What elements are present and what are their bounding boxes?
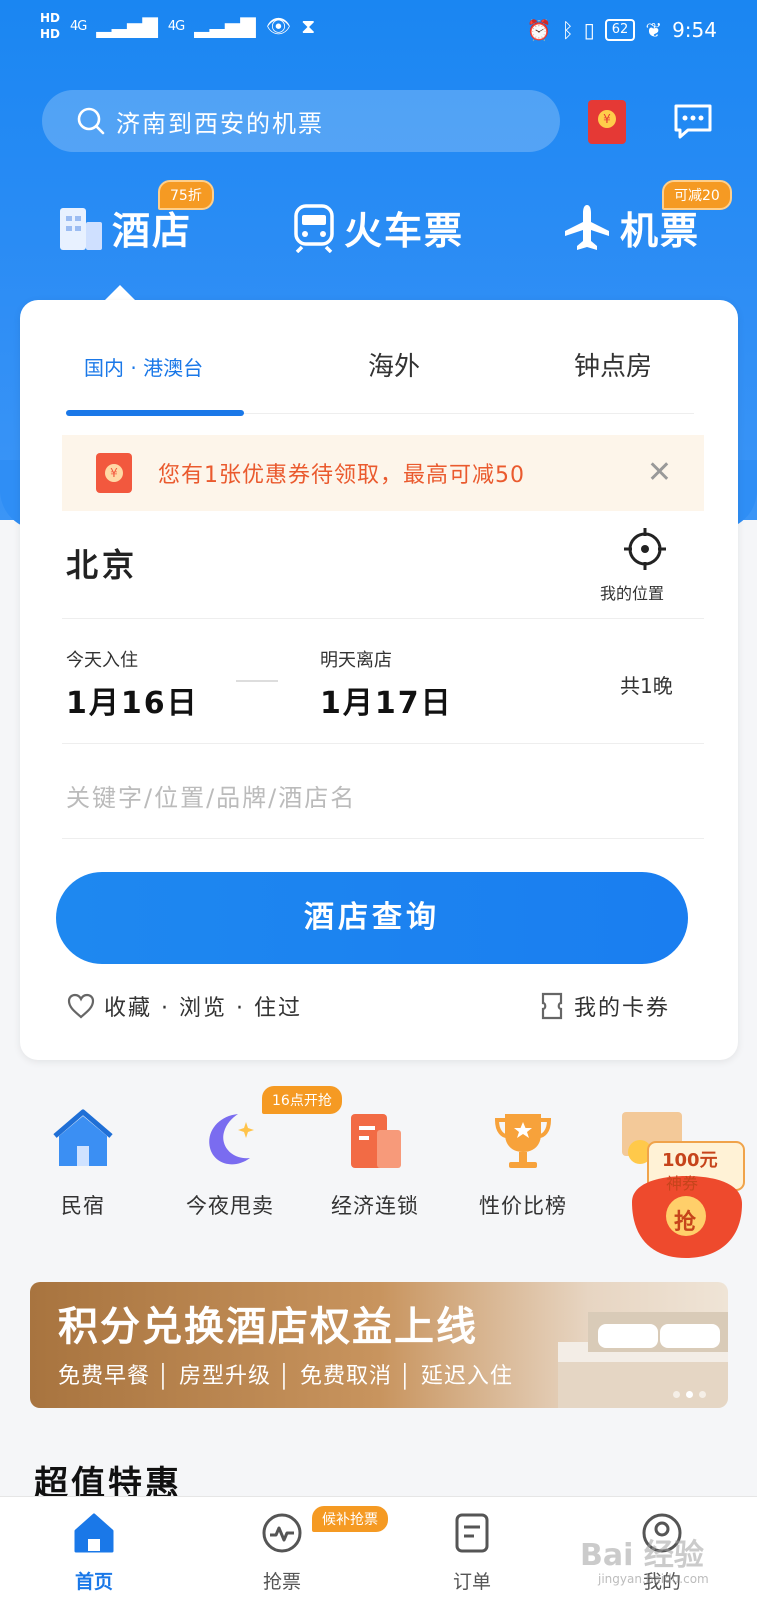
- nav-label: 首页: [74, 1571, 113, 1593]
- house-icon: [53, 1109, 113, 1166]
- coupon-banner[interactable]: 您有1张优惠券待领取，最高可减50 ✕: [62, 435, 704, 511]
- clock-time: 9:54: [672, 18, 717, 42]
- city-selector[interactable]: 北京: [66, 540, 138, 586]
- message-icon[interactable]: [672, 102, 714, 142]
- nav-orders[interactable]: 订单: [422, 1511, 522, 1594]
- category-label: 机票: [620, 209, 701, 253]
- category-flight[interactable]: 机票: [562, 200, 700, 255]
- history-links-label: 收藏 · 浏览 · 住过: [104, 996, 302, 1021]
- checkout-label: 明天离店: [320, 650, 392, 671]
- banner-subtitle: 免费早餐 │ 房型升级 │ 免费取消 │ 延迟入住: [58, 1363, 513, 1388]
- airplane-icon: [565, 204, 609, 250]
- checkin-date[interactable]: 1月16日: [66, 678, 199, 722]
- battery-icon: 62: [604, 19, 636, 41]
- leaf-icon: ❦: [645, 18, 663, 42]
- history-links[interactable]: 收藏 · 浏览 · 住过: [66, 990, 302, 1022]
- category-label: 火车票: [344, 209, 465, 253]
- hotel-icon: [60, 207, 102, 250]
- tab-domestic[interactable]: 国内 · 港澳台: [84, 352, 203, 381]
- quick-label: 今夜甩卖: [186, 1194, 274, 1218]
- locate-icon[interactable]: [620, 524, 670, 574]
- train-icon: [294, 203, 334, 253]
- carousel-dots: [673, 1391, 706, 1398]
- status-bar: HD HD 4G ▂▃▅▇ 4G ▂▃▅▇ 👁 ⧗ ⏰ ᛒ ▯ 62 ❦ 9:54: [0, 0, 757, 64]
- watermark-url: jingyan.baidu.com: [598, 1572, 709, 1586]
- signal-icon: 4G: [70, 18, 87, 34]
- tab-overseas[interactable]: 海外: [368, 346, 420, 383]
- nav-home[interactable]: 首页: [44, 1511, 144, 1594]
- red-envelope-icon: [96, 453, 132, 493]
- signal-bars-icon: ▂▃▅▇: [96, 14, 158, 38]
- checkin-label: 今天入住: [66, 650, 138, 671]
- coupon-text: 您有1张优惠券待领取，最高可减50: [158, 463, 525, 488]
- search-icon: [77, 107, 105, 135]
- signal-bars-icon: ▂▃▅▇: [194, 14, 256, 38]
- promo-amount: 100元: [662, 1150, 718, 1171]
- my-cards-label: 我的卡券: [574, 996, 671, 1021]
- nav-label: 抢票: [262, 1571, 301, 1593]
- coupon-grab-float[interactable]: 100元 神券 抢: [622, 1112, 752, 1262]
- points-exchange-banner[interactable]: 积分兑换酒店权益上线 免费早餐 │ 房型升级 │ 免费取消 │ 延迟入住: [30, 1282, 728, 1408]
- building-icon: [351, 1114, 401, 1168]
- red-packet-icon[interactable]: [588, 100, 626, 144]
- quick-label: 民宿: [61, 1194, 105, 1218]
- keyword-input[interactable]: 关键字/位置/品牌/酒店名: [66, 778, 356, 813]
- date-separator: [236, 680, 278, 682]
- region-tabs: 国内 · 港澳台 海外 钟点房: [66, 340, 694, 416]
- hotel-search-button[interactable]: 酒店查询: [56, 872, 688, 964]
- heart-icon: [67, 993, 95, 1019]
- signal-icon: 4G: [167, 18, 185, 34]
- quick-label: 性价比榜: [479, 1194, 567, 1218]
- divider: [62, 618, 704, 619]
- trophy-icon: [494, 1114, 552, 1168]
- watermark-logo: Bai 经验: [580, 1538, 704, 1573]
- eye-icon: 👁: [265, 14, 292, 38]
- promo-action: 抢: [674, 1210, 697, 1235]
- order-icon: [455, 1513, 489, 1553]
- quick-budget-chain[interactable]: 经济连锁: [310, 1108, 440, 1220]
- nights-count: 共1晚: [620, 674, 673, 698]
- quick-homestay[interactable]: 民宿: [18, 1108, 148, 1220]
- my-cards-link[interactable]: 我的卡券: [540, 990, 670, 1022]
- hd-indicator: HD HD: [40, 11, 61, 41]
- pulse-icon: [262, 1513, 302, 1553]
- home-icon: [74, 1513, 114, 1553]
- promo-label: 神券: [666, 1174, 699, 1193]
- hourglass-icon: ⧗: [301, 14, 316, 38]
- category-hotel[interactable]: 酒店: [58, 200, 192, 255]
- tab-indicator: [66, 410, 244, 416]
- quick-label: 经济连锁: [331, 1194, 419, 1218]
- search-bar[interactable]: 济南到西安的机票: [42, 90, 560, 152]
- divider: [62, 838, 704, 839]
- my-location-label[interactable]: 我的位置: [600, 580, 664, 604]
- quick-value-ranking[interactable]: 性价比榜: [458, 1108, 588, 1220]
- quick-tonight-sale[interactable]: 今夜甩卖: [165, 1108, 295, 1220]
- alarm-icon: ⏰: [526, 18, 552, 42]
- nav-label: 订单: [452, 1571, 491, 1593]
- banner-title: 积分兑换酒店权益上线: [58, 1305, 478, 1349]
- close-icon[interactable]: ✕: [647, 455, 672, 490]
- category-train[interactable]: 火车票: [292, 200, 464, 255]
- category-label: 酒店: [112, 209, 193, 253]
- vibrate-icon: ▯: [583, 18, 595, 42]
- moon-icon: [209, 1114, 254, 1165]
- ticket-icon: [541, 992, 563, 1020]
- search-placeholder: 济南到西安的机票: [116, 109, 324, 138]
- hotel-search-card: 国内 · 港澳台 海外 钟点房 您有1张优惠券待领取，最高可减50 ✕ 北京 我…: [20, 300, 738, 1060]
- tab-hourly[interactable]: 钟点房: [574, 346, 652, 383]
- bluetooth-icon: ᛒ: [561, 18, 574, 42]
- checkout-date[interactable]: 1月17日: [320, 678, 453, 722]
- divider: [62, 743, 704, 744]
- waitlist-badge: 候补抢票: [312, 1506, 388, 1532]
